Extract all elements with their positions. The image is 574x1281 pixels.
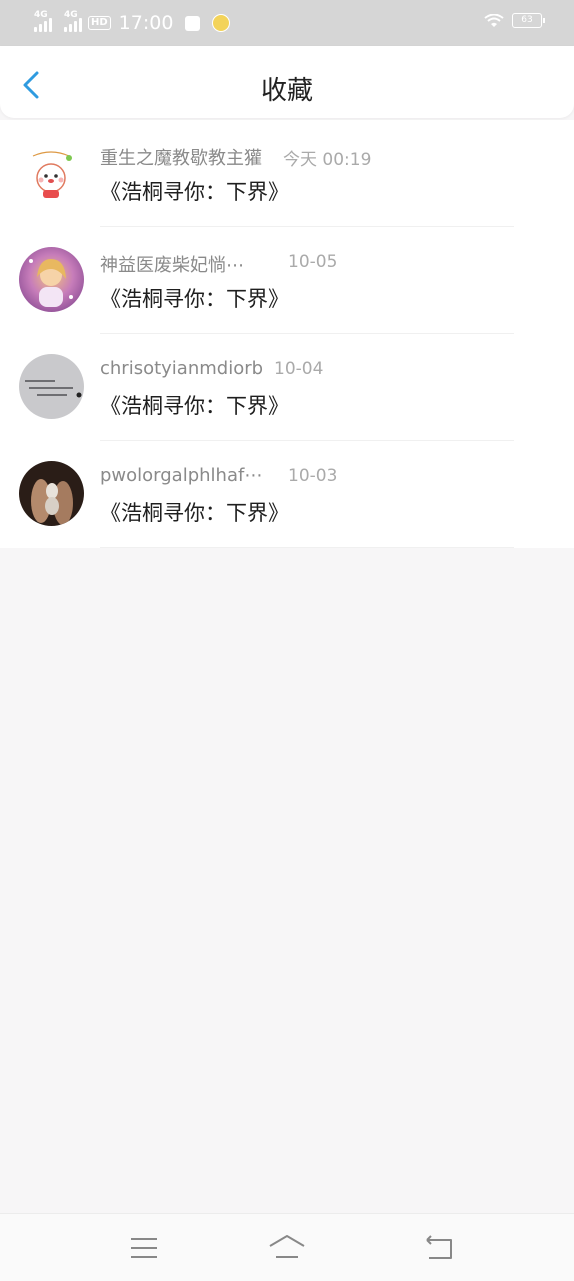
book-title[interactable]: 《浩桐寻你：下界》	[100, 497, 289, 527]
notification-icon	[185, 15, 201, 31]
emoji-notification-icon	[212, 14, 231, 32]
signal-icon: 4G	[34, 10, 52, 32]
item-date: 10-03	[288, 466, 338, 486]
author-name: pwolorgalphlhaf⋯	[100, 465, 263, 486]
network-type-label: 4G	[34, 10, 48, 20]
status-bar: 4G 4G HD 17:00 63	[0, 0, 574, 46]
clock: 17:00	[118, 12, 174, 34]
text-avatar-icon	[19, 354, 84, 419]
item-date: 10-05	[288, 252, 338, 272]
favorites-list: 重生之魔教歇教主獾 今天 00:19 《浩桐寻你：下界》 神益医废柴妃惝⋯ 10…	[0, 120, 574, 548]
author-name: 重生之魔教歇教主獾	[100, 148, 262, 169]
illustration-avatar-icon	[19, 247, 84, 312]
book-title[interactable]: 《浩桐寻你：下界》	[100, 390, 289, 420]
hd-voice-icon: HD	[88, 16, 111, 30]
divider	[100, 547, 514, 548]
photo-avatar-icon	[19, 461, 84, 526]
item-date: 今天 00:19	[283, 150, 372, 170]
list-item[interactable]: 神益医废柴妃惝⋯ 10-05 《浩桐寻你：下界》	[0, 227, 574, 334]
author-name: 神益医废柴妃惝⋯	[100, 255, 244, 276]
home-icon[interactable]	[267, 1232, 307, 1264]
cartoon-avatar-icon	[19, 140, 84, 205]
item-date: 10-04	[274, 359, 324, 379]
list-item[interactable]: 重生之魔教歇教主獾 今天 00:19 《浩桐寻你：下界》	[0, 120, 574, 227]
signal-icon: 4G	[64, 10, 82, 32]
network-type-label: 4G	[64, 10, 78, 20]
page-header: 收藏	[0, 46, 574, 118]
menu-icon[interactable]	[124, 1232, 164, 1264]
wifi-icon	[484, 13, 504, 27]
page-title: 收藏	[260, 76, 313, 106]
system-nav-bar	[0, 1213, 574, 1281]
back-icon[interactable]	[418, 1232, 458, 1264]
battery-icon: 63	[512, 13, 545, 28]
list-item[interactable]: chrisotyianmdiorb 10-04 《浩桐寻你：下界》	[0, 334, 574, 441]
book-title[interactable]: 《浩桐寻你：下界》	[100, 176, 289, 206]
list-item[interactable]: pwolorgalphlhaf⋯ 10-03 《浩桐寻你：下界》	[0, 441, 574, 548]
author-name: chrisotyianmdiorb	[100, 358, 264, 379]
book-title[interactable]: 《浩桐寻你：下界》	[100, 283, 289, 313]
